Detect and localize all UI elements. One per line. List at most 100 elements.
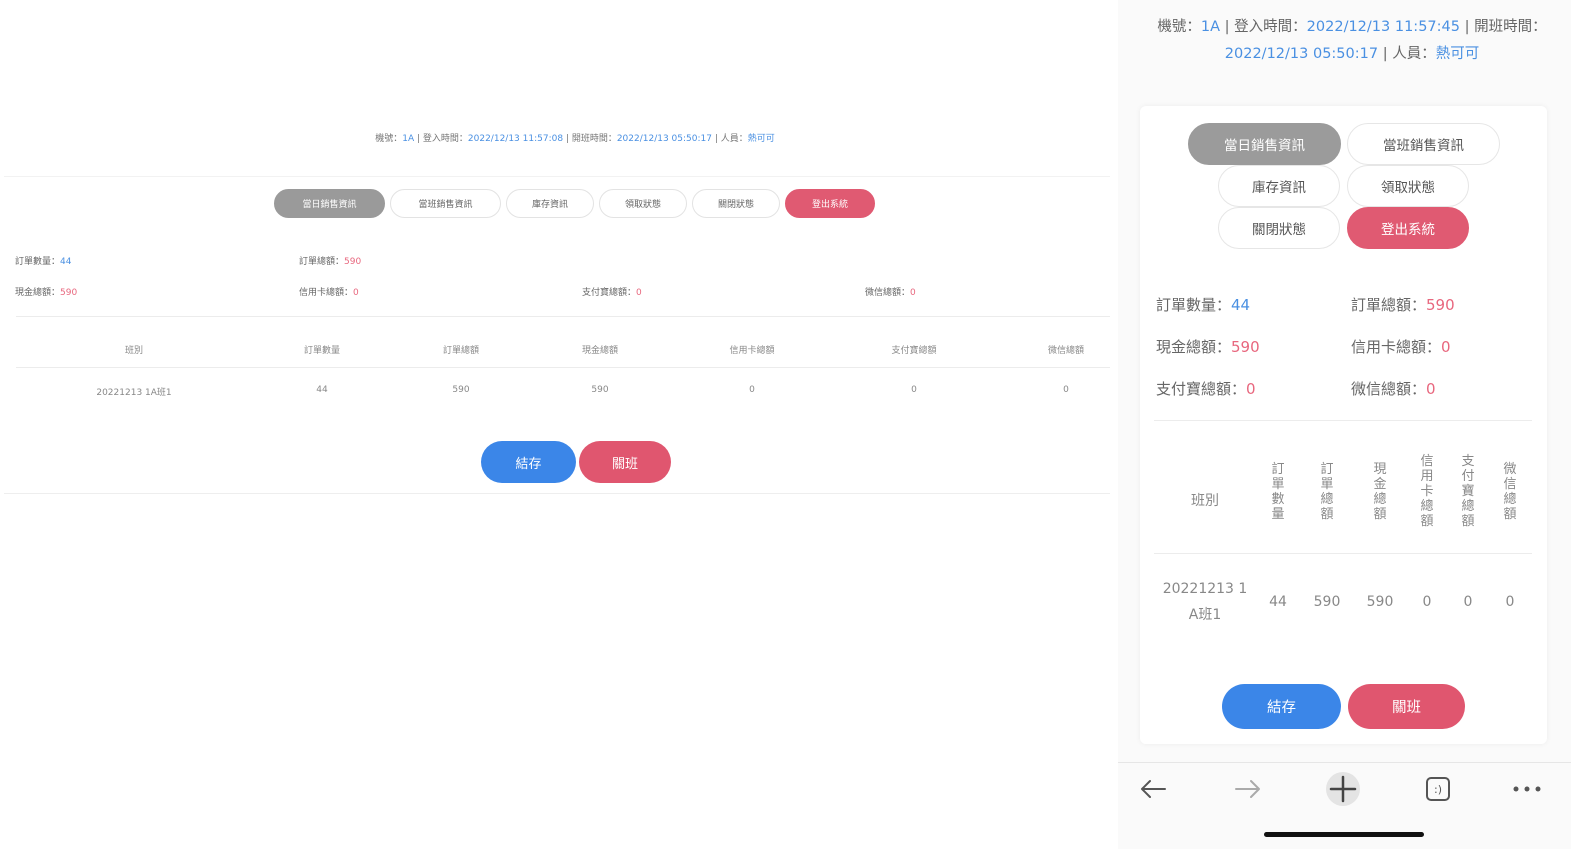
stat-cash-total: 現金總額：590 bbox=[1156, 336, 1260, 357]
tab-shift-sales[interactable]: 當班銷售資訊 bbox=[1347, 123, 1500, 165]
th-shift: 班別 bbox=[124, 346, 144, 356]
stat-value: 0 bbox=[1246, 380, 1256, 398]
open-label: | 開班時間： bbox=[563, 134, 617, 144]
table-divider bbox=[1154, 553, 1532, 554]
stat-alipay-total: 支付寶總額：0 bbox=[1156, 378, 1256, 399]
staff-value: 熱可可 bbox=[747, 134, 775, 144]
forward-arrow-icon-glyph bbox=[1235, 780, 1260, 798]
stat-value: 590 bbox=[1426, 296, 1455, 314]
tab-switcher-icon[interactable]: :) bbox=[1420, 771, 1456, 807]
stat-label: 微信總額： bbox=[865, 288, 911, 298]
stat-wechat-total: 微信總額：0 bbox=[865, 285, 916, 298]
td-credit-total: 0 bbox=[749, 385, 755, 395]
browser-toolbar: :) bbox=[1118, 762, 1571, 817]
tab-pickup-status[interactable]: 領取狀態 bbox=[1347, 165, 1469, 207]
td-shift: 20221213 1A班1 bbox=[96, 388, 172, 398]
sales-card: 當日銷售資訊 當班銷售資訊 庫存資訊 領取狀態 關閉狀態 登出系統 訂單數量：4… bbox=[1140, 106, 1547, 744]
stat-label: 支付寶總額： bbox=[582, 288, 637, 298]
stat-order-count: 訂單數量：44 bbox=[1156, 294, 1250, 315]
desktop-view: 機號：1A | 登入時間：2022/12/13 11:57:08 | 開班時間：… bbox=[0, 0, 1115, 849]
machine-value: 1A bbox=[402, 134, 415, 144]
th-alipay-total: 支付寶總額 bbox=[1461, 454, 1475, 529]
th-wechat-total: 微信總額 bbox=[1047, 346, 1085, 356]
th-order-total: 訂單總額 bbox=[442, 346, 480, 356]
stat-value: 590 bbox=[344, 257, 362, 267]
th-order-count: 訂單數量 bbox=[303, 346, 341, 356]
td-cash-total: 590 bbox=[1366, 594, 1394, 610]
th-wechat-total: 微信總額 bbox=[1503, 462, 1517, 522]
td-alipay-total: 0 bbox=[1463, 594, 1473, 610]
stat-credit-total: 信用卡總額：0 bbox=[1351, 336, 1451, 357]
stat-label: 訂單數量： bbox=[15, 257, 61, 267]
stat-label: 訂單總額： bbox=[1351, 296, 1427, 314]
login-time: 2022/12/13 11:57:45 bbox=[1306, 19, 1460, 35]
open-time: 2022/12/13 05:50:17 bbox=[616, 134, 712, 144]
tab-inventory[interactable]: 庫存資訊 bbox=[506, 189, 594, 218]
divider bbox=[1154, 420, 1532, 421]
stat-label: 訂單總額： bbox=[299, 257, 345, 267]
stat-order-total: 訂單總額：590 bbox=[1351, 294, 1455, 315]
td-order-total: 590 bbox=[452, 385, 470, 395]
stat-label: 支付寶總額： bbox=[1156, 380, 1247, 398]
stat-value: 590 bbox=[60, 288, 78, 298]
stat-credit-total: 信用卡總額：0 bbox=[299, 285, 359, 298]
tab-daily-sales[interactable]: 當日銷售資訊 bbox=[1188, 123, 1341, 165]
forward-arrow-icon[interactable] bbox=[1230, 771, 1266, 807]
stat-wechat-total: 微信總額：0 bbox=[1351, 378, 1436, 399]
checkout-button[interactable]: 結存 bbox=[1222, 684, 1341, 729]
close-shift-button[interactable]: 關班 bbox=[579, 441, 671, 483]
machine-label: 機號： bbox=[375, 134, 403, 144]
stat-label: 現金總額： bbox=[15, 288, 61, 298]
mobile-view: 機號：1A | 登入時間：2022/12/13 11:57:45 | 開班時間：… bbox=[1118, 0, 1571, 849]
logout-button[interactable]: 登出系統 bbox=[785, 189, 875, 218]
home-indicator bbox=[1264, 832, 1424, 837]
td-order-total: 590 bbox=[1313, 594, 1341, 610]
tab-count: :) bbox=[1434, 782, 1442, 796]
td-shift: 20221213 1A班1 bbox=[1162, 581, 1248, 623]
login-label: | 登入時間： bbox=[414, 134, 468, 144]
th-order-total: 訂單總額 bbox=[1320, 462, 1334, 522]
login-time: 2022/12/13 11:57:08 bbox=[467, 134, 564, 144]
th-order-count: 訂單數量 bbox=[1271, 462, 1285, 522]
stat-cash-total: 現金總額：590 bbox=[15, 285, 77, 298]
th-credit-total: 信用卡總額 bbox=[729, 346, 775, 356]
td-alipay-total: 0 bbox=[911, 385, 917, 395]
divider bbox=[16, 316, 1110, 317]
stat-label: 信用卡總額： bbox=[299, 288, 354, 298]
checkout-button[interactable]: 結存 bbox=[481, 441, 576, 483]
new-tab-plus-icon-glyph bbox=[1326, 772, 1360, 806]
td-order-count: 44 bbox=[1269, 594, 1287, 610]
close-shift-button[interactable]: 關班 bbox=[1348, 684, 1465, 729]
stat-value: 44 bbox=[60, 257, 72, 267]
stat-alipay-total: 支付寶總額：0 bbox=[582, 285, 642, 298]
stat-label: 微信總額： bbox=[1351, 380, 1427, 398]
stat-value: 590 bbox=[1231, 338, 1260, 356]
tab-inventory[interactable]: 庫存資訊 bbox=[1218, 165, 1340, 207]
tab-bar: 當日銷售資訊 當班銷售資訊 庫存資訊 領取狀態 關閉狀態 登出系統 bbox=[274, 189, 875, 218]
th-alipay-total: 支付寶總額 bbox=[891, 346, 937, 356]
th-cash-total: 現金總額 bbox=[581, 346, 619, 356]
open-label: | 開班時間： bbox=[1459, 19, 1547, 35]
th-credit-total: 信用卡總額 bbox=[1420, 454, 1434, 529]
tab-closed-status[interactable]: 關閉狀態 bbox=[692, 189, 780, 218]
logout-button[interactable]: 登出系統 bbox=[1347, 207, 1469, 249]
stat-order-total: 訂單總額：590 bbox=[299, 254, 361, 267]
tab-pickup-status[interactable]: 領取狀態 bbox=[599, 189, 687, 218]
staff-value: 熱可可 bbox=[1435, 46, 1480, 62]
more-menu-icon[interactable] bbox=[1509, 771, 1545, 807]
stat-order-count: 訂單數量：44 bbox=[15, 254, 71, 267]
back-arrow-icon[interactable] bbox=[1135, 771, 1171, 807]
td-wechat-total: 0 bbox=[1063, 385, 1069, 395]
back-arrow-icon-glyph bbox=[1141, 780, 1166, 798]
tab-closed-status[interactable]: 關閉狀態 bbox=[1218, 207, 1340, 249]
new-tab-plus-icon[interactable] bbox=[1325, 771, 1361, 807]
stat-label: 現金總額： bbox=[1156, 338, 1232, 356]
stat-value: 0 bbox=[1441, 338, 1451, 356]
tab-daily-sales[interactable]: 當日銷售資訊 bbox=[274, 189, 385, 218]
tab-shift-sales[interactable]: 當班銷售資訊 bbox=[390, 189, 501, 218]
stat-value: 0 bbox=[910, 288, 916, 298]
login-label: | 登入時間： bbox=[1220, 19, 1307, 35]
staff-label: | 人員： bbox=[1378, 46, 1436, 62]
td-credit-total: 0 bbox=[1422, 594, 1432, 610]
stat-value: 0 bbox=[353, 288, 359, 298]
